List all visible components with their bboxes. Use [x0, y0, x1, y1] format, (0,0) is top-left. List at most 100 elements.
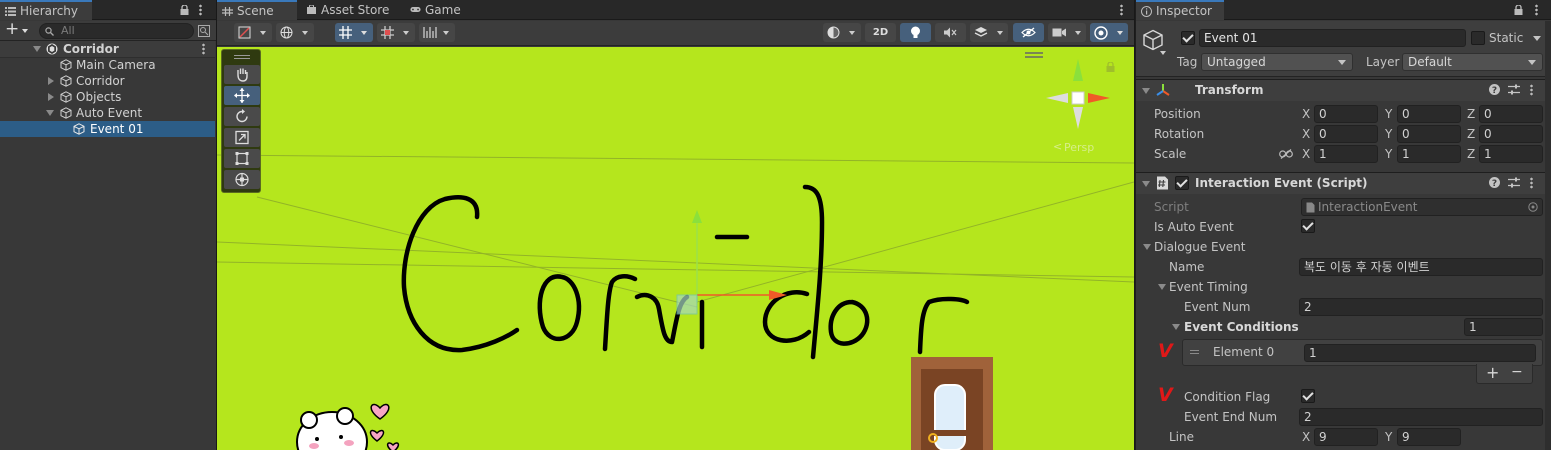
global-local-dropdown[interactable] [276, 23, 314, 42]
add-element-button[interactable]: + [1486, 363, 1499, 382]
gameobject-large-icon[interactable] [1142, 29, 1164, 51]
render-mode-dropdown[interactable] [823, 23, 861, 42]
collapse-arrow-icon[interactable] [48, 93, 54, 101]
chevron-down-icon [849, 31, 855, 35]
kebab-menu-icon[interactable] [199, 4, 202, 16]
create-button[interactable]: + [3, 19, 31, 39]
scale-y-field[interactable]: 1 [1397, 145, 1461, 163]
tab-scene-label: Scene [237, 4, 274, 18]
static-checkbox[interactable] [1471, 31, 1485, 45]
transform-tool[interactable] [224, 170, 260, 189]
move-gizmo[interactable] [676, 210, 787, 315]
link-off-icon[interactable] [1279, 149, 1293, 159]
tab-hierarchy[interactable]: Hierarchy [0, 0, 92, 20]
scale-z-field[interactable]: 1 [1479, 145, 1543, 163]
component-enabled-checkbox[interactable] [1175, 176, 1189, 190]
hierarchy-item-corridor[interactable]: Corridor [0, 73, 215, 89]
help-icon[interactable]: ? [1489, 177, 1500, 188]
help-icon[interactable]: ? [1489, 84, 1500, 95]
scale-label: Scale [1154, 147, 1187, 161]
kebab-menu-icon[interactable] [1120, 4, 1123, 16]
tab-inspector[interactable]: Inspector [1136, 0, 1224, 20]
inspector-scrollbar[interactable] [1545, 21, 1551, 450]
kebab-menu-icon[interactable] [202, 43, 205, 55]
condition-flag-checkbox[interactable] [1301, 389, 1315, 403]
hand-tool[interactable] [224, 65, 260, 84]
camera-settings-dropdown[interactable] [1048, 23, 1086, 42]
scene-viewport[interactable]: Persp < [217, 47, 1134, 450]
position-x-field[interactable]: 0 [1314, 105, 1378, 123]
static-dropdown-icon[interactable] [1533, 36, 1541, 41]
hierarchy-item-objects[interactable]: Objects [0, 89, 215, 105]
hierarchy-item-auto-event[interactable]: Auto Event [0, 105, 215, 121]
info-icon [1141, 6, 1152, 17]
rect-tool[interactable] [224, 149, 260, 168]
orientation-gizmo[interactable] [1025, 52, 1110, 129]
tab-asset-store[interactable]: Asset Store [301, 0, 391, 20]
lock-icon[interactable] [1106, 62, 1115, 72]
line-x-field[interactable]: 9 [1314, 428, 1378, 446]
scene-row-corridor[interactable]: Corridor [0, 41, 215, 58]
ruler-dropdown[interactable] [419, 23, 455, 42]
expand-arrow-icon[interactable] [1142, 181, 1150, 187]
perspective-label[interactable]: Persp [1064, 141, 1094, 154]
rotate-icon [236, 109, 248, 123]
hidden-objects-toggle[interactable] [1013, 23, 1044, 42]
tab-scene[interactable]: Scene [217, 0, 297, 20]
rotation-x-field[interactable]: 0 [1314, 125, 1378, 143]
presets-icon[interactable] [1508, 84, 1520, 95]
object-picker-icon[interactable] [1528, 202, 1538, 212]
hierarchy-item-event-01[interactable]: Event 01 [0, 121, 215, 137]
presets-icon[interactable] [1508, 177, 1520, 188]
expand-arrow-icon[interactable] [46, 110, 54, 116]
collapse-arrow-icon[interactable] [48, 77, 54, 85]
event-num-field[interactable]: 2 [1299, 298, 1543, 316]
position-y-field[interactable]: 0 [1397, 105, 1461, 123]
position-z-field[interactable]: 0 [1479, 105, 1543, 123]
scale-tool[interactable] [224, 128, 260, 147]
toggle-audio-button[interactable] [935, 23, 966, 42]
search-input[interactable]: All [39, 23, 194, 39]
lock-icon[interactable] [180, 5, 189, 15]
grid-snapping-button[interactable] [335, 23, 373, 42]
expand-arrow-icon[interactable] [33, 46, 41, 52]
element-0-field[interactable]: 1 [1304, 344, 1536, 362]
chevron-down-icon [22, 29, 28, 33]
line-y-field[interactable]: 9 [1397, 428, 1461, 446]
rotation-y-field[interactable]: 0 [1397, 125, 1461, 143]
event-end-num-field[interactable]: 2 [1299, 408, 1543, 426]
toggle-2d-button[interactable]: 2D [865, 23, 896, 42]
drag-handle-icon[interactable] [1190, 350, 1199, 354]
draw-mode-dropdown[interactable] [234, 23, 272, 42]
object-name-field[interactable]: Event 01 [1199, 29, 1466, 47]
event-conditions-size-field[interactable]: 1 [1464, 318, 1543, 336]
dialogue-name-field[interactable]: 복도 이동 후 자동 이벤트 [1299, 258, 1543, 276]
expand-arrow-icon[interactable] [1142, 88, 1150, 94]
is-auto-event-checkbox[interactable] [1301, 219, 1315, 233]
scene-visibility-icon[interactable] [198, 25, 210, 37]
hierarchy-item-main-camera[interactable]: Main Camera [0, 57, 215, 73]
scale-x-field[interactable]: 1 [1314, 145, 1378, 163]
increment-snap-dropdown[interactable] [377, 23, 415, 42]
gizmos-dropdown[interactable] [1090, 23, 1128, 42]
layer-dropdown[interactable]: Default [1402, 53, 1543, 71]
kebab-menu-icon[interactable] [1535, 4, 1538, 16]
lock-icon[interactable] [1514, 5, 1523, 15]
expand-arrow-icon[interactable] [1143, 244, 1151, 250]
palette-drag-handle[interactable] [234, 55, 250, 59]
effects-dropdown[interactable] [970, 23, 1008, 42]
active-checkbox[interactable] [1181, 31, 1195, 45]
remove-element-button[interactable]: − [1511, 364, 1523, 380]
move-tool[interactable] [224, 86, 260, 105]
expand-arrow-icon[interactable] [1172, 324, 1180, 330]
expand-arrow-icon[interactable] [1158, 284, 1166, 290]
rotate-tool[interactable] [224, 107, 260, 126]
toggle-lighting-button[interactable] [900, 23, 931, 42]
rotation-z-field[interactable]: 0 [1479, 125, 1543, 143]
script-object-field[interactable]: InteractionEvent [1301, 198, 1543, 216]
tag-dropdown[interactable]: Untagged [1201, 53, 1353, 71]
kebab-menu-icon[interactable] [1530, 177, 1533, 189]
kebab-menu-icon[interactable] [1530, 84, 1533, 96]
tab-game[interactable]: Game [405, 0, 475, 20]
rotation-z-label: Z [1467, 127, 1476, 141]
